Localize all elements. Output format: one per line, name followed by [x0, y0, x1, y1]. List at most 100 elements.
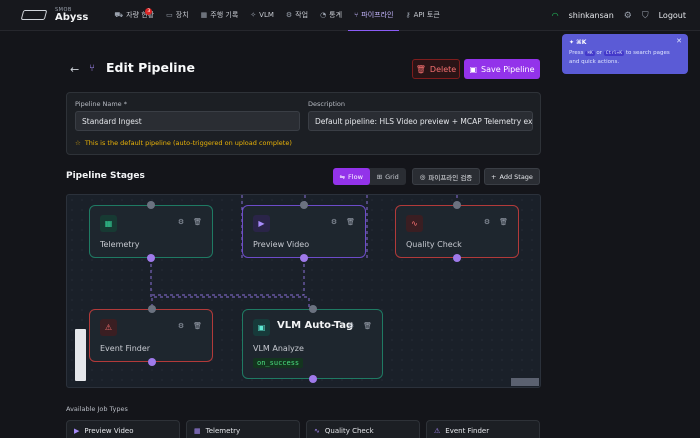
stage-node-quality-check[interactable]: ∿ ⚙ 🗑 Quality Check	[395, 205, 519, 258]
stage-node-preview-video[interactable]: ▶ ⚙ 🗑 Preview Video	[242, 205, 366, 258]
plus-icon: +	[491, 172, 497, 181]
username[interactable]: shinkansan	[569, 11, 614, 20]
warning-icon: ⚠	[100, 319, 117, 336]
edge-telemetry-vlm	[150, 258, 310, 309]
save-icon: ▣	[469, 64, 478, 74]
output-port[interactable]	[309, 375, 317, 383]
pulse-icon: ∿	[314, 427, 320, 435]
save-pipeline-button[interactable]: ▣ Save Pipeline	[464, 59, 540, 79]
job-types-title: Available Job Types	[66, 405, 128, 413]
trash-icon[interactable]: 🗑	[193, 322, 202, 330]
job-type-event-finder[interactable]: ⚠ Event Finder	[426, 420, 540, 438]
command-palette-hint-toast: ✦ ⌘K Press ⌘K or Ctrl+K to search pages …	[562, 34, 688, 74]
edge-preview-event	[151, 258, 305, 309]
nav-item-devices[interactable]: ▭ 장치	[160, 0, 195, 31]
wifi-icon: ◠	[551, 11, 559, 20]
video-icon: ▶	[74, 427, 80, 435]
settings-icon[interactable]: ⚙	[484, 218, 490, 226]
description-label: Description	[308, 100, 346, 108]
stage-name: Telemetry	[100, 240, 140, 249]
check-circle-icon: ◎	[419, 172, 426, 181]
logout-button[interactable]: Logout	[659, 11, 686, 20]
close-icon[interactable]: ✕	[676, 37, 682, 45]
map-icon: ▦	[194, 427, 201, 435]
grid-icon: ⊞	[376, 172, 383, 181]
settings-icon[interactable]: ⚙	[331, 218, 337, 226]
chart-icon: ◔	[320, 11, 327, 19]
output-port[interactable]	[148, 358, 156, 366]
job-type-preview-video[interactable]: ▶ Preview Video	[66, 420, 180, 438]
shortcut-key-cmd: ⌘K	[585, 51, 595, 56]
pipeline-name-label: Pipeline Name *	[75, 100, 127, 108]
pipeline-icon: ⑂	[354, 10, 359, 19]
minimap[interactable]	[511, 378, 539, 386]
canvas-controls[interactable]	[75, 329, 86, 381]
trash-icon[interactable]: 🗑	[193, 218, 202, 226]
input-port[interactable]	[148, 305, 156, 313]
nav-item-jobs[interactable]: ⚙ 작업	[280, 0, 314, 31]
device-icon: ▭	[166, 11, 173, 19]
job-type-telemetry[interactable]: ▦ Telemetry	[186, 420, 300, 438]
nav-item-pipelines[interactable]: ⑂ 파이프라인	[348, 0, 400, 31]
sparkle-icon: ✧	[250, 11, 257, 19]
input-port[interactable]	[300, 201, 308, 209]
input-port[interactable]	[147, 201, 155, 209]
nav-item-drive-logs[interactable]: ▦ 주행 기록	[195, 0, 245, 31]
default-pipeline-note: ☆ This is the default pipeline (auto-trig…	[75, 139, 292, 147]
settings-icon[interactable]: ⚙	[178, 218, 184, 226]
settings-icon[interactable]: ⚙	[178, 322, 184, 330]
output-port[interactable]	[300, 254, 308, 262]
car-icon: ⛟	[114, 10, 124, 19]
notification-badge: 3	[145, 7, 153, 15]
gear-icon: ⚙	[285, 11, 293, 19]
pulse-icon: ∿	[406, 215, 423, 232]
input-port[interactable]	[309, 305, 317, 313]
back-arrow-icon[interactable]: ←	[70, 63, 79, 76]
stage-name: Event Finder	[100, 344, 151, 353]
input-port[interactable]	[453, 201, 461, 209]
pipeline-name-input[interactable]: Standard Ingest	[75, 111, 300, 131]
grid-view-button[interactable]: ⊞ Grid	[370, 168, 407, 185]
shortcut-key-ctrl: Ctrl+K	[603, 51, 625, 56]
nav-item-vlm[interactable]: ✧ VLM	[244, 0, 280, 31]
video-icon: ▶	[253, 215, 270, 232]
stages-title: Pipeline Stages	[66, 171, 145, 181]
brand-logo	[20, 10, 48, 20]
description-input[interactable]: Default pipeline: HLS Video preview + MC…	[308, 111, 533, 131]
nav-item-vehicles[interactable]: ⛟ 자량 현황 3	[108, 0, 160, 31]
output-port[interactable]	[453, 254, 461, 262]
nav-item-api-tokens[interactable]: ⚷ API 토큰	[399, 0, 445, 31]
map-icon: ▦	[200, 11, 208, 19]
output-port[interactable]	[147, 254, 155, 262]
toast-body: Press ⌘K or Ctrl+K to search pages and q…	[569, 50, 670, 65]
pipeline-icon: ⑂	[89, 63, 95, 74]
shield-icon[interactable]: ⛉	[642, 11, 649, 21]
toast-title: ⌘K	[576, 39, 587, 46]
settings-icon[interactable]: ⚙	[348, 322, 354, 330]
stage-node-telemetry[interactable]: ▦ ⚙ 🗑 Telemetry	[89, 205, 213, 258]
map-icon: ▦	[100, 215, 117, 232]
brand-name: Abyss	[55, 11, 89, 23]
stage-subtitle: VLM Analyze	[253, 344, 304, 353]
nav-items: ⛟ 자량 현황 3 ▭ 장치 ▦ 주행 기록 ✧ VLM ⚙ 작업 ◔ 통계 ⑂ 파이프라인 ⚷…	[108, 0, 445, 31]
brand[interactable]: SMOB Abyss	[20, 7, 89, 23]
trigger-tag: on_success	[253, 358, 304, 368]
stage-title: VLM Auto-Tag	[277, 320, 354, 331]
nav-item-stats[interactable]: ◔ 통계	[314, 0, 348, 31]
trash-icon[interactable]: 🗑	[363, 322, 372, 330]
stage-node-vlm-auto-tag[interactable]: ▣ VLM Auto-Tag ⚙ 🗑 VLM Analyze on_success	[242, 309, 383, 379]
pipeline-canvas[interactable]: ▦ ⚙ 🗑 Telemetry ▶ ⚙ 🗑 Preview Video ∿ ⚙ 🗑 Q…	[66, 194, 541, 388]
flow-view-button[interactable]: ⇋ Flow	[333, 168, 370, 185]
add-stage-button[interactable]: + Add Stage	[484, 168, 540, 185]
trash-icon[interactable]: 🗑	[499, 218, 508, 226]
settings-icon[interactable]: ⚙	[624, 11, 632, 21]
trash-icon[interactable]: 🗑	[346, 218, 355, 226]
pipeline-form: Pipeline Name * Standard Ingest Descript…	[66, 92, 541, 155]
star-icon: ☆	[75, 139, 81, 147]
page-title: Edit Pipeline	[106, 60, 195, 75]
top-navbar: SMOB Abyss ⛟ 자량 현황 3 ▭ 장치 ▦ 주행 기록 ✧ VLM ⚙ 작업 ◔…	[0, 0, 700, 31]
job-type-quality-check[interactable]: ∿ Quality Check	[306, 420, 420, 438]
stage-node-event-finder[interactable]: ⚠ ⚙ 🗑 Event Finder	[89, 309, 213, 362]
validate-pipeline-button[interactable]: ◎ 파이프라인 검증	[412, 168, 480, 185]
delete-button[interactable]: 🗑 Delete	[412, 59, 460, 79]
